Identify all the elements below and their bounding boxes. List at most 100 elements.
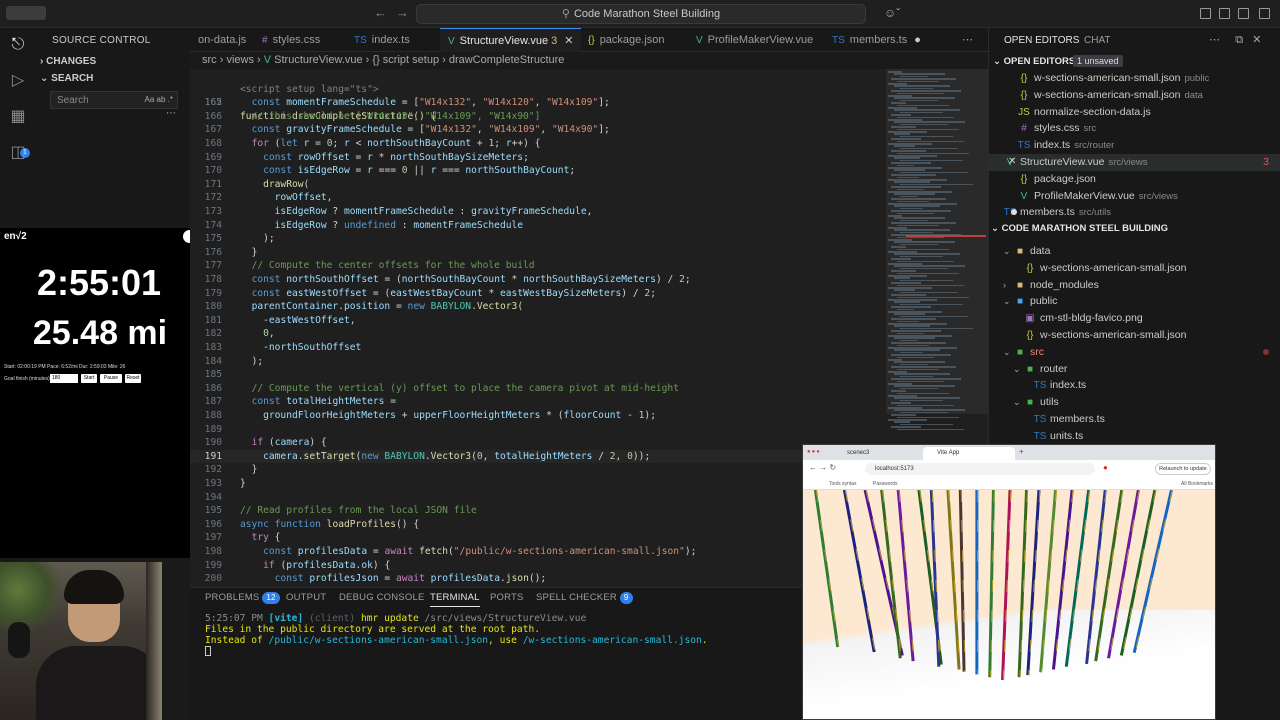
breadcrumb-file[interactable]: StructureView.vue [274,54,362,66]
explorer-item[interactable]: {} package.json [989,171,1280,188]
code-line[interactable]: 190 if (camera) { [190,436,886,450]
new-tab-icon[interactable]: + [1019,447,1024,456]
toggle-sidebar-icon[interactable] [1200,8,1211,19]
code-line[interactable]: 166 // this should be ["W14x145", "W14x1… [190,110,886,124]
3d-viewport[interactable] [803,490,1215,719]
tab-terminal[interactable]: TERMINAL [430,592,480,607]
code-line[interactable]: 188 groundFloorHeightMeters + upperFloor… [190,409,886,423]
explorer-item[interactable]: ⌄ ■ router [989,361,1280,378]
code-line[interactable]: 169 const rowOffset = r * northSouthBayS… [190,151,886,165]
code-line[interactable]: 200 const profilesJson = await profilesD… [190,572,886,586]
explorer-item[interactable]: › ■ node_modules [989,277,1280,294]
tab-open-editors[interactable]: OPEN EDITORS [1004,35,1079,46]
unsaved-dot-icon[interactable]: ● [914,34,921,46]
code-line[interactable]: 171 drawRow( [190,178,886,192]
goal-input[interactable]: 180 [50,374,78,383]
close-icon[interactable]: ✕ [564,35,573,47]
chevron-down-icon[interactable]: ⌄ [1003,243,1013,260]
project-header[interactable]: ⌄ CODE MARATHON STEEL BUILDING [991,223,1168,234]
close-icon[interactable]: ✕ [1008,156,1016,167]
explorer-item[interactable]: JS normalize-section-data.js [989,104,1280,121]
code-line[interactable]: 168 for (let r = 0; r < northSouthBayCou… [190,137,886,151]
reset-button[interactable]: Reset [125,374,141,383]
code-line[interactable]: 192 } [190,463,886,477]
tab-output[interactable]: OUTPUT [286,592,326,603]
toggle-panel-icon[interactable] [1219,8,1230,19]
code-line[interactable]: 189 [190,423,886,437]
chevron-down-icon[interactable]: ⌄ [1003,344,1013,361]
explorer-item[interactable]: TS units.ts [989,428,1280,445]
code-line[interactable]: 167 const gravityFrameSchedule = ["W14x1… [190,123,886,137]
code-line[interactable]: 178 const northSouthOffset = (northSouth… [190,273,886,287]
explorer-item[interactable]: V ProfileMakerView.vue src/views [989,188,1280,205]
code-line[interactable]: 184 ); [190,355,886,369]
breadcrumb-views[interactable]: views [226,54,254,66]
explorer-item[interactable]: {} w-sections-american-small.json public [989,70,1280,87]
code-line[interactable]: 198 const profilesData = await fetch("/p… [190,545,886,559]
code-line[interactable]: 193} [190,477,886,491]
changes-section[interactable]: › CHANGES [40,56,96,67]
customize-layout-icon[interactable] [1259,8,1270,19]
extensions-icon[interactable]: ▦ [9,108,27,126]
code-line[interactable]: 179 const eastWestOffset = (eastWestBayC… [190,287,886,301]
chevron-right-icon[interactable]: › [1003,277,1013,294]
code-line[interactable]: 191 camera.setTarget(new BABYLON.Vector3… [190,449,886,464]
back-arrow-icon[interactable]: ← [374,5,387,20]
explorer-item[interactable]: ⌄ ■ utils [989,394,1280,411]
command-center-search[interactable]: ⚲ Code Marathon Steel Building [416,4,866,24]
code-line[interactable]: 172 rowOffset, [190,191,886,205]
explorer-item[interactable]: ⌄ ■ public [989,293,1280,310]
relaunch-button[interactable]: Relaunch to update [1155,463,1211,475]
code-line[interactable]: 187 const totalHeightMeters = [190,395,886,409]
code-line[interactable]: 195 // Read profiles from the local JSON … [190,504,886,518]
code-line[interactable]: 182 0, [190,327,886,341]
tab-normalize-data[interactable]: on-data.js [190,28,254,52]
more-actions-icon[interactable]: ⋯ [166,108,176,119]
chevron-down-icon[interactable]: ⌄ [1013,394,1023,411]
explorer-item[interactable]: {} w-sections-american-small.json data [989,87,1280,104]
tab-members-ts[interactable]: TS members.ts ● [824,28,929,52]
tab-problems[interactable]: PROBLEMS 12 [205,592,280,604]
forward-arrow-icon[interactable]: → [396,5,409,20]
code-line[interactable]: 196 async function loadProfiles() { [190,518,886,532]
code-line[interactable]: 197 try { [190,531,886,545]
tab-debug-console[interactable]: DEBUG CONSOLE [339,592,424,603]
code-line[interactable]: 194 [190,491,886,505]
code-line[interactable]: 165 const momentFrameSchedule = ["W14x13… [190,96,886,110]
window-controls-icon[interactable]: ●●● [807,449,837,455]
search-section[interactable]: ⌄ SEARCH [40,73,93,84]
breadcrumb-function[interactable]: drawCompleteStructure [449,54,565,66]
code-line[interactable]: 186 // Compute the vertical (y) offset t… [190,382,886,396]
search-input[interactable]: Search Aa ab .* [50,91,178,109]
app-menu-icon[interactable] [6,6,46,20]
explorer-item[interactable]: ⌄ ■ data [989,243,1280,260]
browser-tab[interactable]: scenec3 [833,447,923,460]
browser-tab-active[interactable]: Vite App [923,447,1015,460]
source-control-icon[interactable]: ⎋ [9,36,27,54]
explorer-item[interactable]: TS index.ts [989,377,1280,394]
chevron-down-icon[interactable]: ⌄ [1003,293,1013,310]
bookmark-item[interactable]: Tools syntax [829,481,857,487]
run-debug-icon[interactable]: ▷ [9,72,27,90]
code-line[interactable]: 181 -eastWestOffset, [190,314,886,328]
bookmark-item[interactable]: Passwords [873,481,897,487]
more-tabs-icon[interactable]: ⋯ [954,28,981,52]
open-editors-header[interactable]: ⌄ OPEN EDITORS [993,56,1075,67]
code-line[interactable]: 173 isEdgeRow ? momentFrameSchedule : gr… [190,205,886,219]
code-line[interactable]: 199 if (profilesData.ok) { [190,559,886,573]
explorer-item[interactable]: {} w-sections-american-small.json [989,327,1280,344]
tab-profilemakerview-vue[interactable]: V ProfileMakerView.vue [688,28,821,52]
code-line[interactable]: 180 parentContainer.position = new BABYL… [190,300,886,314]
explorer-toolbar-icons[interactable]: ⋯ ⧉ ✕ [1209,33,1262,47]
tab-package-json[interactable]: {} package.json [580,28,673,52]
explorer-item[interactable]: ⌄ ■ src [989,344,1280,361]
tab-chat[interactable]: CHAT [1084,35,1110,46]
explorer-item[interactable]: V StructureView.vue src/views 3 [989,154,1280,171]
tab-ports[interactable]: PORTS [490,592,524,603]
code-line[interactable]: 176 } [190,246,886,260]
pause-button[interactable]: Pause [100,374,122,383]
chevron-down-icon[interactable]: ⌄ [1013,361,1023,378]
code-editor[interactable]: <script setup lang="ts"> 162 function dr… [190,69,886,587]
terminal-cursor[interactable] [205,646,211,656]
breadcrumb-src[interactable]: src [202,54,217,66]
